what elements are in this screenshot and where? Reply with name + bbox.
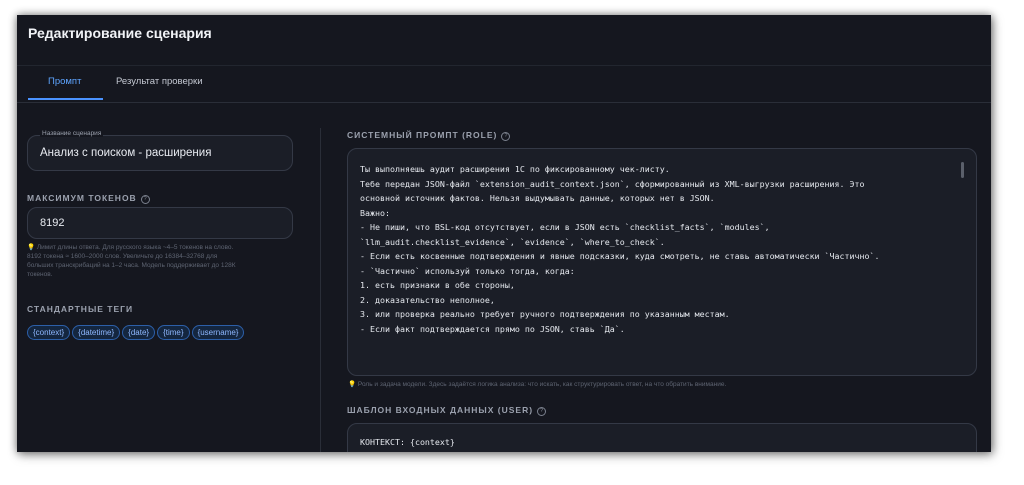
system-prompt-textarea[interactable]: Ты выполняешь аудит расширения 1С по фик… [347,148,977,376]
code-line: 3. или проверка реально требует ручного … [360,309,730,319]
code-line: 1. есть признаки в обе стороны, [360,280,515,290]
hint-line: 8192 токена ≈ 1600–2000 слов. Увеличьте … [27,253,218,260]
code-line: - Если факт подтверждается прямо по JSON… [360,323,625,334]
tag-context[interactable]: {context} [27,325,71,340]
tag-time[interactable]: {time} [157,325,190,340]
max-tokens-input[interactable]: 8192 [27,207,293,239]
active-tab-indicator [28,98,103,100]
hint-line: больших транскрибаций на 1–2 часа. Модел… [27,262,236,269]
code-line: `llm_audit.checklist_evidence`, `evidenc… [360,236,665,247]
help-icon[interactable]: ? [501,132,511,141]
textarea-scrollbar[interactable] [961,162,964,178]
code-line: - `Частично` используй только тогда, ког… [360,265,575,276]
code-line: Важно: [360,207,390,218]
tab-bar: Промпт Результат проверки [17,65,991,103]
max-tokens-hint: 💡 Лимит длины ответа. Для русского языка… [27,243,235,279]
code-line: Ты выполняешь аудит расширения 1С по фик… [360,164,670,174]
system-prompt-hint: 💡 Роль и задача модели. Здесь задаётся л… [348,380,726,389]
edit-scenario-dialog: Редактирование сценария Промпт Результат… [17,15,991,452]
user-template-heading: ШАБЛОН ВХОДНЫХ ДАННЫХ (USER)? [347,405,547,416]
scenario-name-value: Анализ с поиском - расширения [40,147,212,159]
hint-line: Лимит длины ответа. Для русского языка ~… [36,244,234,251]
tab-prompt[interactable]: Промпт [48,76,81,87]
dialog-title: Редактирование сценария [28,25,212,41]
tab-check-result[interactable]: Результат проверки [116,76,203,87]
standard-tags-list: {context} {datetime} {date} {time} {username… [27,322,246,340]
help-icon[interactable]: ? [537,407,547,416]
code-line: Тебе передан JSON-файл `extension_audit_… [360,178,865,189]
scenario-name-field[interactable]: Название сценария Анализ с поиском - рас… [27,130,293,171]
code-line: - Если есть косвенные подтверждения и яв… [360,251,880,261]
max-tokens-heading: МАКСИМУМ ТОКЕНОВ? [27,193,150,204]
hint-text: Роль и задача модели. Здесь задаётся лог… [357,381,727,388]
scenario-name-label: Название сценария [40,130,104,137]
standard-tags-heading: СТАНДАРТНЫЕ ТЕГИ [27,304,134,314]
max-tokens-value: 8192 [40,217,65,229]
lightbulb-icon: 💡 [348,381,357,388]
tag-date[interactable]: {date} [122,325,156,340]
code-line: - Не пиши, что BSL-код отсутствует, если… [360,222,770,232]
system-prompt-heading: СИСТЕМНЫЙ ПРОМПТ (ROLE)? [347,130,511,141]
hint-line: токенов. [27,271,53,278]
tag-datetime[interactable]: {datetime} [72,325,121,340]
user-template-text: КОНТЕКСТ: {context} [360,435,455,450]
tag-username[interactable]: {username} [191,325,245,340]
lightbulb-icon: 💡 [27,244,36,251]
code-line: 2. доказательство неполное, [360,294,495,305]
column-divider [320,128,321,452]
user-template-textarea[interactable]: КОНТЕКСТ: {context} [347,423,977,452]
system-prompt-text: Ты выполняешь аудит расширения 1С по фик… [360,162,880,336]
code-line: основной источник фактов. Нельзя выдумыв… [360,193,715,203]
code-line: КОНТЕКСТ: {context} [360,437,455,447]
help-icon[interactable]: ? [140,195,150,204]
